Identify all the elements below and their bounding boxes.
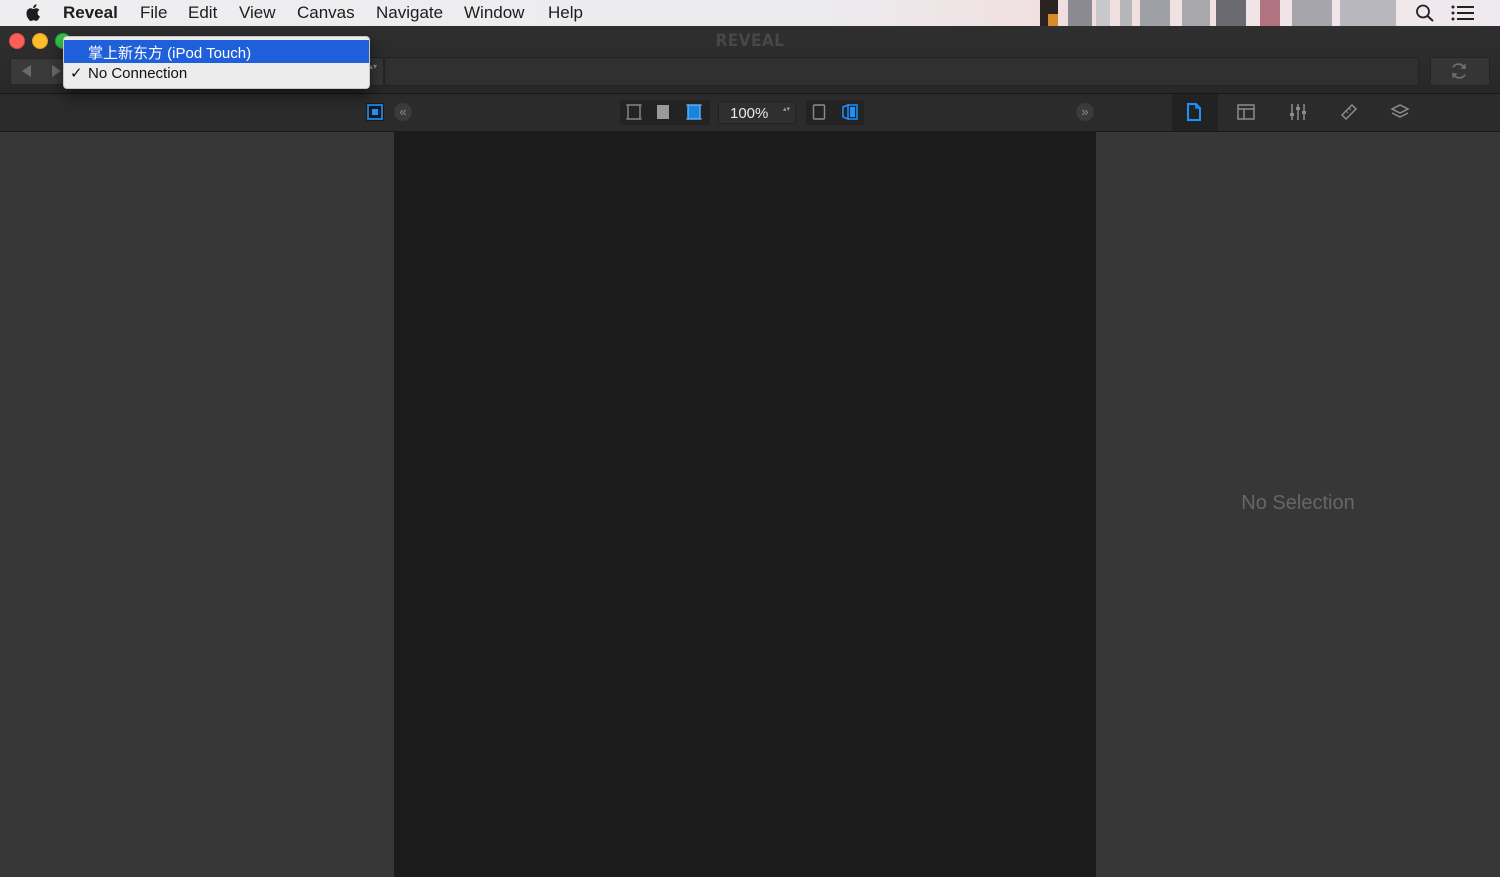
collapse-right-pane-button[interactable]: »	[1076, 103, 1094, 121]
2d-view-button[interactable]	[808, 101, 830, 123]
menu-window[interactable]: Window	[464, 3, 524, 23]
inspector-tab-layers[interactable]	[1389, 101, 1411, 123]
collapse-left-pane-button[interactable]: «	[394, 103, 412, 121]
menu-view[interactable]: View	[239, 3, 276, 23]
no-selection-label: No Selection	[1241, 492, 1355, 514]
inspector-tab-attributes[interactable]	[1287, 101, 1309, 123]
wireframe-mode-button[interactable]	[623, 101, 645, 123]
menu-help[interactable]: Help	[548, 3, 583, 23]
inspector-pane: No Selection	[1096, 132, 1500, 877]
file-inspector-icon	[1187, 103, 1201, 121]
menu-edit[interactable]: Edit	[188, 3, 217, 23]
checkmark-icon: ✓	[70, 65, 83, 82]
wireframe-solid-icon	[686, 104, 702, 120]
inspector-tab-ruler[interactable]	[1338, 101, 1360, 123]
zoom-level-field[interactable]: 100% ▴▾	[718, 101, 796, 124]
zoom-stepper-icon[interactable]: ▴▾	[783, 106, 790, 113]
wireframe-icon	[626, 104, 642, 120]
menu-bar: Reveal File Edit View Canvas Navigate Wi…	[0, 0, 1500, 27]
menu-file[interactable]: File	[140, 3, 167, 23]
menu-navigate[interactable]: Navigate	[376, 3, 443, 23]
menu-item-label: No Connection	[88, 65, 188, 82]
solid-mode-button[interactable]	[652, 101, 674, 123]
canvas-area[interactable]	[394, 132, 1096, 877]
apple-icon[interactable]	[24, 3, 41, 22]
focus-view-button[interactable]	[364, 101, 386, 123]
focus-view-icon	[366, 103, 384, 121]
solid-mode-icon	[657, 105, 669, 119]
address-field[interactable]	[384, 57, 1419, 86]
menu-app-name[interactable]: Reveal	[63, 3, 118, 23]
wireframe-solid-mode-button[interactable]	[683, 101, 705, 123]
2d-view-icon	[812, 104, 826, 120]
attributes-inspector-icon	[1290, 104, 1306, 120]
ruler-inspector-icon	[1340, 103, 1358, 121]
menu-item-no-connection[interactable]: ✓ No Connection	[64, 63, 369, 86]
3d-view-icon	[842, 103, 858, 121]
popup-arrows-icon: ▴▾	[369, 62, 378, 71]
search-icon[interactable]	[1415, 4, 1435, 22]
view-hierarchy-pane	[0, 132, 394, 877]
menu-item-ipod-touch[interactable]: 掌上新东方 (iPod Touch)	[64, 40, 369, 63]
layers-inspector-icon	[1390, 104, 1410, 118]
zoom-value: 100%	[730, 105, 769, 122]
connection-menu: 掌上新东方 (iPod Touch) ✓ No Connection	[63, 36, 370, 89]
reload-icon[interactable]	[1449, 61, 1469, 81]
layout-inspector-icon	[1237, 104, 1255, 120]
inspector-tab-layout[interactable]	[1235, 101, 1257, 123]
menu-item-label: 掌上新东方 (iPod Touch)	[88, 45, 252, 62]
3d-view-button[interactable]	[839, 101, 861, 123]
forward-arrow-icon[interactable]	[52, 65, 61, 77]
back-arrow-icon[interactable]	[22, 65, 31, 77]
status-bar-items	[1028, 0, 1400, 26]
inspector-tab-file[interactable]	[1183, 101, 1205, 123]
menu-canvas[interactable]: Canvas	[297, 3, 355, 23]
notification-list-icon[interactable]	[1451, 5, 1475, 21]
